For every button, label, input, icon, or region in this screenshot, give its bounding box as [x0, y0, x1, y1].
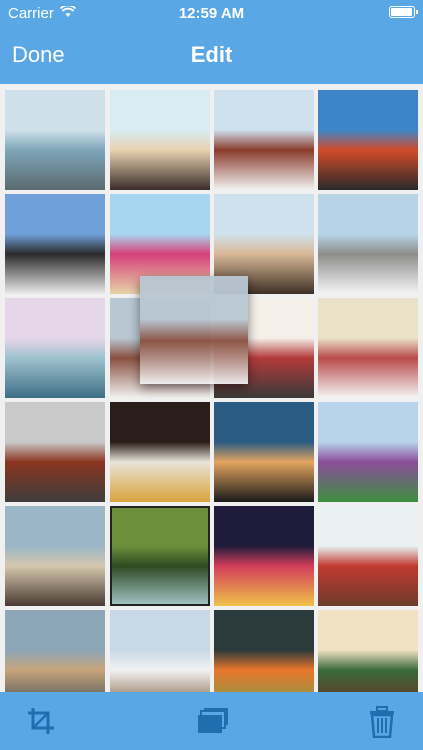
- crop-icon: [28, 708, 54, 734]
- navigation-bar: Done Edit: [0, 28, 423, 84]
- photo-city-trees[interactable]: [5, 402, 105, 502]
- trash-icon: [370, 706, 394, 739]
- photo-golden-gate[interactable]: [318, 90, 418, 190]
- photo-graffiti-wall[interactable]: [318, 402, 418, 502]
- crop-button[interactable]: [26, 706, 56, 736]
- stack-button[interactable]: [196, 706, 228, 736]
- photo-cat[interactable]: [318, 298, 418, 398]
- page-title: Edit: [190, 42, 233, 67]
- photo-rainbow-sea[interactable]: [5, 298, 105, 398]
- photo-palm-sunset[interactable]: [214, 402, 314, 502]
- battery-icon: [389, 6, 418, 18]
- photo-beach-couple[interactable]: [110, 90, 210, 190]
- photo-oranges[interactable]: [214, 610, 314, 692]
- battery-fill: [391, 8, 412, 16]
- status-time: 12:59 AM: [178, 5, 245, 22]
- photo-forest-river[interactable]: [110, 506, 210, 606]
- photo-coffee-cup[interactable]: [5, 506, 105, 606]
- photo-grid: [0, 84, 423, 692]
- photo-snow-house[interactable]: [110, 610, 210, 692]
- photo-girl-tulips[interactable]: [318, 506, 418, 606]
- photo-breakfast-plate[interactable]: [110, 402, 210, 502]
- bottom-toolbar: [0, 692, 423, 750]
- photo-bridge-street[interactable]: [214, 90, 314, 190]
- photo-winter-trees[interactable]: [5, 194, 105, 294]
- copy-stack-icon: [198, 708, 228, 733]
- photo-city-night[interactable]: [214, 506, 314, 606]
- delete-button[interactable]: [368, 706, 398, 739]
- photo-coastal-town[interactable]: [5, 610, 105, 692]
- photo-starbucks-cup[interactable]: [318, 610, 418, 692]
- photo-island-sea[interactable]: [5, 90, 105, 190]
- photo-snow-street-dragging[interactable]: [140, 276, 248, 384]
- photo-swans-lake[interactable]: [318, 194, 418, 294]
- status-bar: Carrier 12:59 AM: [0, 0, 423, 28]
